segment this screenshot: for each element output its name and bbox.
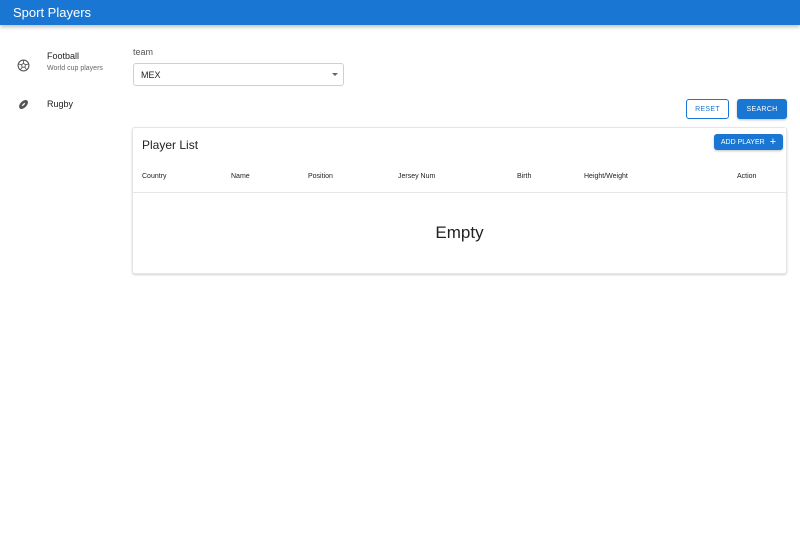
- sidebar-item-rugby[interactable]: Rugby: [0, 95, 120, 115]
- sidebar-item-football[interactable]: Football World cup players: [0, 47, 120, 87]
- column-header-name: Name: [231, 173, 250, 180]
- player-list-card: Player List ADD PLAYER + Country Name Po…: [132, 127, 787, 274]
- table-divider: [133, 192, 786, 193]
- team-select-value: MEX: [141, 70, 161, 80]
- empty-state-text: Empty: [435, 223, 484, 242]
- team-label: team: [133, 47, 154, 57]
- soccer-ball-icon: [17, 59, 30, 72]
- column-header-jersey-num: Jersey Num: [398, 173, 436, 180]
- add-player-label: ADD PLAYER: [720, 138, 765, 146]
- reset-button[interactable]: RESET: [686, 99, 729, 119]
- sidebar: Football World cup players Rugby: [0, 25, 120, 533]
- app-bar: Sport Players: [0, 0, 800, 25]
- team-select[interactable]: MEX: [133, 63, 344, 86]
- search-button[interactable]: SEARCH: [737, 99, 787, 119]
- column-header-height-weight: Height/Weight: [584, 173, 628, 180]
- sidebar-item-subtitle: World cup players: [47, 65, 103, 72]
- column-header-country: Country: [142, 173, 167, 180]
- add-player-button[interactable]: ADD PLAYER +: [714, 134, 783, 150]
- column-header-birth: Birth: [517, 173, 532, 180]
- sidebar-item-label: Rugby: [47, 99, 74, 109]
- football-icon: [19, 100, 28, 109]
- player-list-title: Player List: [142, 138, 199, 152]
- sidebar-item-label: Football: [47, 51, 80, 61]
- app-title: Sport Players: [13, 5, 92, 20]
- column-header-action: Action: [737, 173, 757, 180]
- plus-icon: +: [769, 135, 777, 148]
- column-header-position: Position: [308, 173, 333, 180]
- dropdown-arrow-icon: [332, 73, 338, 76]
